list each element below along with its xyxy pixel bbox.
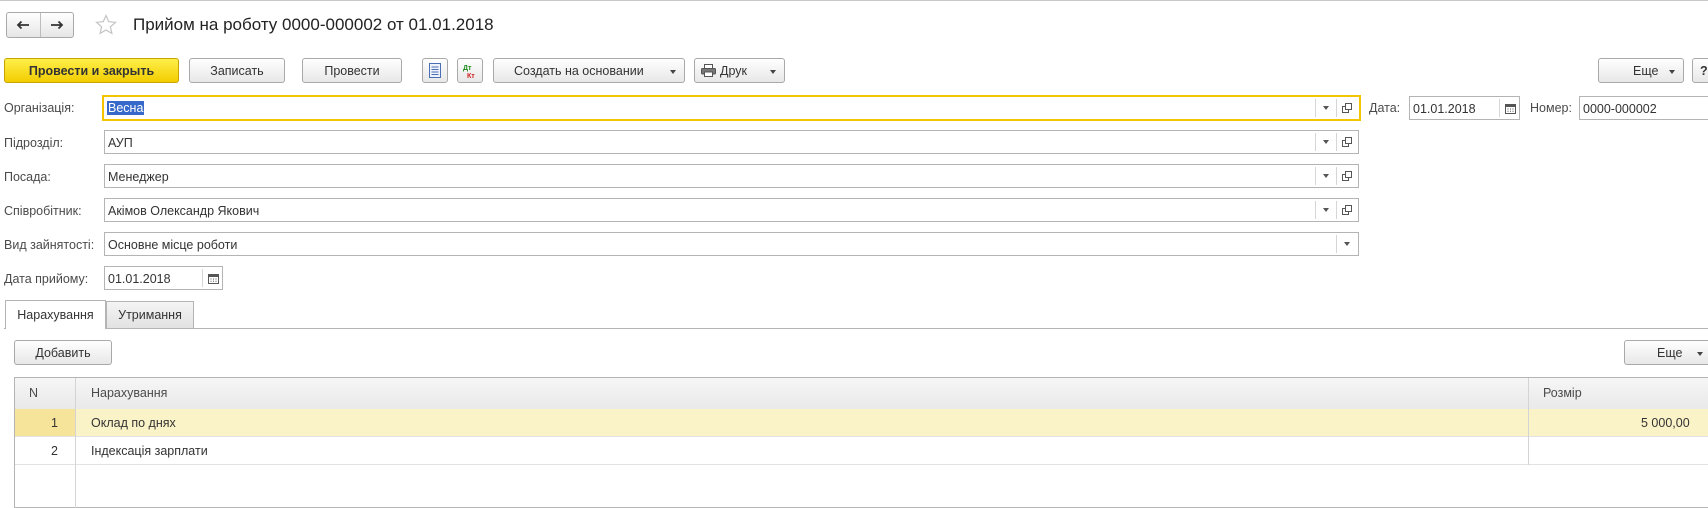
post-and-close-button[interactable]: Провести и закрыть xyxy=(4,58,179,83)
forward-button[interactable] xyxy=(39,13,74,37)
table-row[interactable] xyxy=(15,437,1708,465)
date-calendar-button[interactable] xyxy=(1499,99,1520,117)
tab-divider xyxy=(4,328,1708,329)
arrow-right-icon xyxy=(50,20,64,30)
column-header-n[interactable]: N xyxy=(29,386,38,400)
column-divider xyxy=(75,378,76,508)
hire-date-value: 01.01.2018 xyxy=(108,272,171,286)
tab-accruals[interactable]: Нарахування xyxy=(5,300,106,329)
organization-open[interactable] xyxy=(1336,99,1357,117)
chevron-down-icon xyxy=(1344,242,1350,246)
tab-deductions[interactable]: Утримання xyxy=(106,301,194,328)
open-window-icon xyxy=(1342,205,1352,215)
table-row[interactable] xyxy=(15,409,1708,437)
employment-type-label: Вид зайнятості: xyxy=(4,238,95,252)
table-header xyxy=(15,378,1708,410)
employee-open[interactable] xyxy=(1336,201,1357,219)
hire-date-label: Дата прийому: xyxy=(4,272,89,286)
open-window-icon xyxy=(1342,103,1352,113)
help-button[interactable]: ? xyxy=(1692,58,1708,83)
department-open[interactable] xyxy=(1336,133,1357,151)
calendar-icon xyxy=(207,273,219,284)
chevron-down-icon xyxy=(1323,140,1329,144)
position-open[interactable] xyxy=(1336,167,1357,185)
column-header-amount[interactable]: Розмір xyxy=(1543,386,1582,400)
department-field[interactable]: АУП xyxy=(104,130,1359,154)
employee-dropdown[interactable] xyxy=(1315,201,1336,219)
department-dropdown[interactable] xyxy=(1315,133,1336,151)
chevron-down-icon xyxy=(1669,70,1675,74)
number-label: Номер: xyxy=(1530,101,1572,115)
date-label: Дата: xyxy=(1369,101,1401,115)
date-field[interactable]: 01.01.2018 xyxy=(1409,96,1520,120)
accrual-name: Оклад по днях xyxy=(91,416,176,430)
post-button[interactable]: Провести xyxy=(302,58,402,83)
column-divider xyxy=(1528,378,1529,465)
document-list-icon xyxy=(429,63,441,78)
position-dropdown[interactable] xyxy=(1315,167,1336,185)
number-field[interactable]: 0000-000002 xyxy=(1579,96,1708,120)
position-value: Менеджер xyxy=(108,170,169,184)
row-number-cell xyxy=(15,409,75,436)
add-button[interactable]: Добавить xyxy=(14,340,112,365)
date-value: 01.01.2018 xyxy=(1413,102,1476,116)
employment-type-select[interactable]: Основне місце роботи xyxy=(104,232,1359,256)
more-label: Еще xyxy=(1633,63,1659,78)
position-field[interactable]: Менеджер xyxy=(104,164,1359,188)
position-label: Посада: xyxy=(4,170,51,184)
document-journal-button[interactable] xyxy=(422,58,448,83)
printer-icon xyxy=(701,64,716,77)
star-icon[interactable] xyxy=(94,13,118,37)
chevron-down-icon xyxy=(670,70,676,74)
department-label: Підрозділ: xyxy=(4,136,64,150)
arrow-left-icon xyxy=(16,20,30,30)
chevron-down-icon xyxy=(1323,208,1329,212)
organization-field[interactable]: Весна xyxy=(102,95,1361,121)
accrual-name: Індексація зарплати xyxy=(91,444,208,458)
calendar-icon xyxy=(1504,103,1516,114)
row-number: 1 xyxy=(51,416,58,430)
hire-date-field[interactable]: 01.01.2018 xyxy=(104,266,223,290)
svg-text:Дт: Дт xyxy=(463,65,472,72)
chevron-down-icon xyxy=(770,70,776,74)
create-based-on-label: Создать на основании xyxy=(514,63,644,78)
employment-type-dropdown[interactable] xyxy=(1336,235,1357,253)
employee-field[interactable]: Акімов Олександр Якович xyxy=(104,198,1359,222)
employee-label: Співробітник: xyxy=(4,204,82,218)
print-button[interactable]: Друк xyxy=(694,58,785,83)
create-based-on-button[interactable]: Создать на основании xyxy=(493,58,685,83)
organization-dropdown[interactable] xyxy=(1315,99,1336,117)
chevron-down-icon xyxy=(1323,106,1329,110)
more-button[interactable]: Еще xyxy=(1598,58,1684,83)
svg-text:Кт: Кт xyxy=(467,73,475,79)
employment-type-value: Основне місце роботи xyxy=(108,238,238,252)
column-header-accrual[interactable]: Нарахування xyxy=(91,386,167,400)
chevron-down-icon xyxy=(1323,174,1329,178)
employee-value: Акімов Олександр Якович xyxy=(108,204,260,218)
nav-buttons xyxy=(6,12,74,38)
number-value: 0000-000002 xyxy=(1583,102,1657,116)
accounting-entries-button[interactable]: Дт Кт xyxy=(457,58,483,83)
open-window-icon xyxy=(1342,137,1352,147)
row-number: 2 xyxy=(51,444,58,458)
print-label: Друк xyxy=(720,63,747,78)
window-top-border xyxy=(0,0,1708,1)
table-more-button[interactable]: Еще xyxy=(1624,340,1708,365)
table-more-label: Еще xyxy=(1657,345,1683,360)
department-value: АУП xyxy=(108,136,133,150)
save-button[interactable]: Записать xyxy=(189,58,285,83)
back-button[interactable] xyxy=(7,13,40,37)
accrual-amount: 5 000,00 xyxy=(1641,416,1690,430)
debit-credit-icon: ДтКт xyxy=(463,65,475,79)
open-window-icon xyxy=(1342,171,1352,181)
organization-value: Весна xyxy=(107,101,145,115)
organization-label: Організація: xyxy=(4,101,75,115)
chevron-down-icon xyxy=(1697,352,1703,356)
page-title: Прийом на роботу 0000-000002 от 01.01.20… xyxy=(133,15,494,34)
hire-date-calendar-button[interactable] xyxy=(202,269,223,287)
